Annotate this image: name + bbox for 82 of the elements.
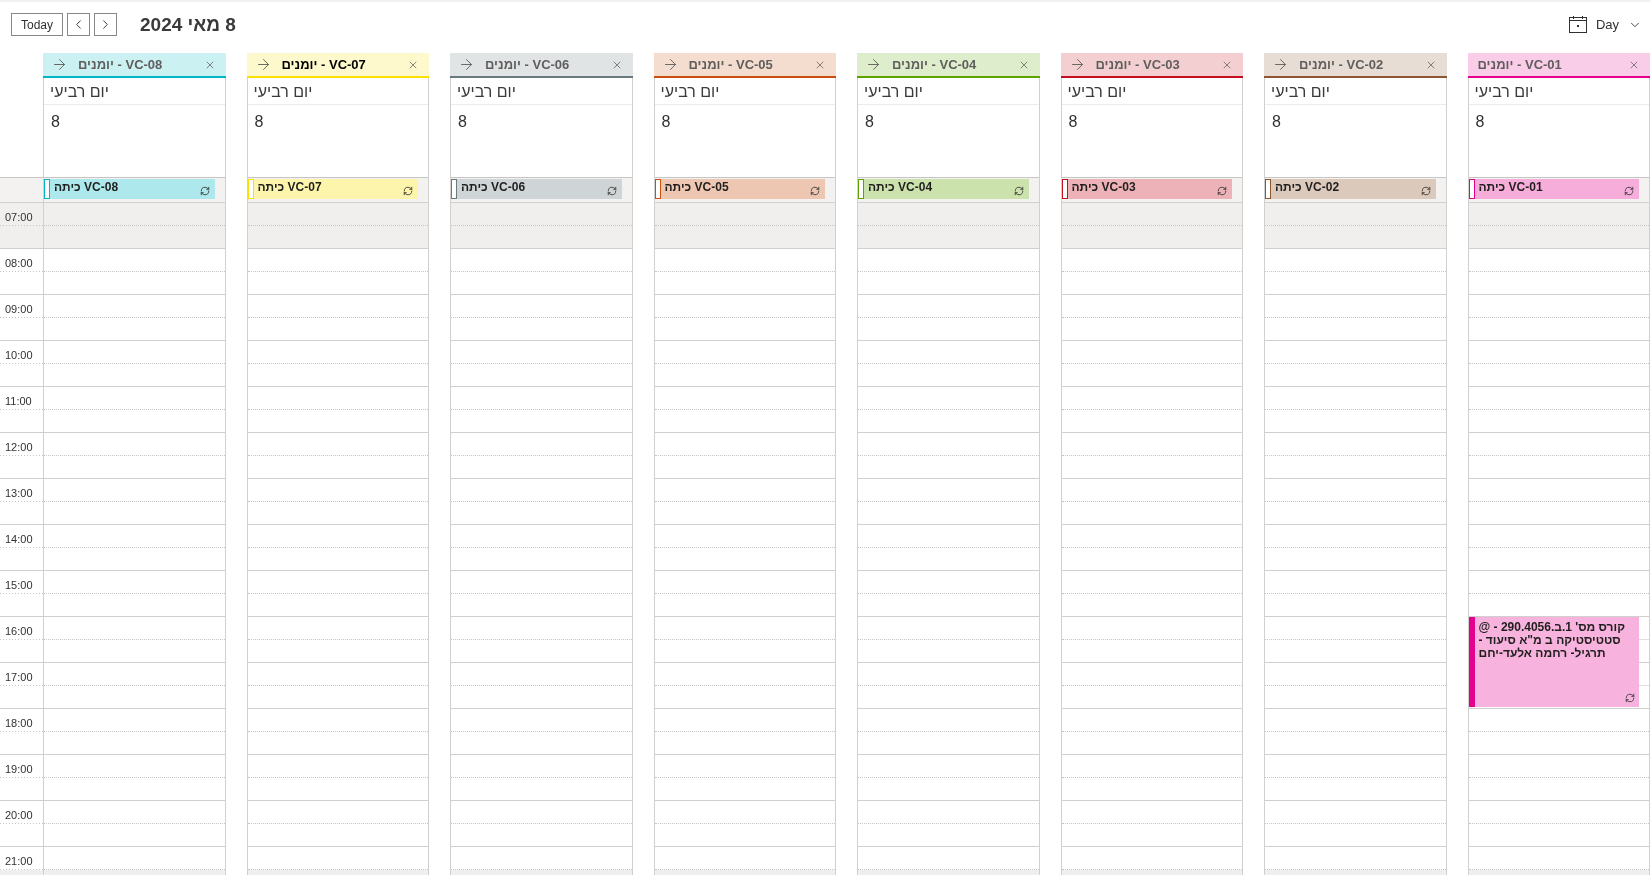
time-label: 21:00 — [5, 855, 33, 867]
time-label: 18:00 — [5, 717, 33, 729]
date-number: 8 — [1067, 112, 1079, 132]
time-slot[interactable] — [1265, 226, 1446, 249]
time-slot[interactable] — [858, 203, 1039, 226]
all-day-event[interactable]: כיתה VC-03 — [1061, 179, 1232, 199]
event-title: כיתה VC-02 — [1274, 179, 1341, 196]
calendar-name: יומנים - VC-08 — [78, 56, 164, 73]
all-day-event[interactable]: כיתה VC-06 — [451, 179, 622, 199]
calendar-name: יומנים - VC-06 — [485, 56, 571, 73]
time-slot[interactable] — [654, 203, 835, 226]
calendar-name: יומנים - VC-01 — [1477, 56, 1563, 73]
time-slot[interactable] — [654, 226, 835, 249]
event-title: כיתה VC-08 — [53, 179, 120, 196]
day-name: יום רביעי — [44, 78, 225, 105]
day-name: יום רביעי — [1265, 78, 1446, 105]
date-number: 8 — [50, 112, 61, 132]
time-label: 11:00 — [5, 395, 32, 407]
event-title: כיתה VC-05 — [663, 179, 730, 196]
event-title: כיתה VC-07 — [256, 179, 323, 196]
all-day-event[interactable]: כיתה VC-04 — [858, 179, 1029, 199]
date-number: 8 — [1271, 112, 1282, 132]
calendar-name: יומנים - VC-07 — [281, 56, 367, 73]
view-dropdown[interactable]: Day — [1568, 16, 1642, 33]
time-label: 13:00 — [5, 487, 33, 499]
time-slot[interactable] — [451, 226, 632, 249]
event-title: כיתה VC-04 — [867, 179, 934, 196]
day-name: יום רביעי — [451, 78, 632, 105]
time-slot[interactable] — [858, 226, 1039, 249]
time-label: 16:00 — [5, 625, 33, 637]
calendar-name: יומנים - VC-02 — [1299, 56, 1385, 73]
calendar-event[interactable]: קורס מס' 1.ב.290.4056 - @ סטטיסטיקה ב מ"א סיעוד - תרגיל- רחמה אלעד-יחם — [1468, 617, 1639, 707]
time-slot[interactable] — [1061, 226, 1242, 249]
event-title: כיתה VC-01 — [1477, 179, 1544, 196]
time-slot[interactable] — [247, 226, 428, 249]
time-label: 20:00 — [5, 809, 33, 821]
time-slot[interactable] — [451, 203, 632, 226]
date-number: 8 — [1474, 112, 1486, 132]
arrow-right-icon[interactable] — [51, 56, 68, 73]
time-slot[interactable] — [1061, 203, 1242, 226]
event-title: כיתה VC-06 — [460, 179, 527, 196]
time-slot[interactable] — [1468, 226, 1649, 249]
time-label: 17:00 — [5, 671, 33, 683]
time-slot[interactable] — [44, 203, 225, 226]
all-day-event[interactable]: כיתה VC-01 — [1468, 179, 1639, 199]
all-day-event[interactable]: כיתה VC-08 — [44, 179, 215, 199]
time-slot[interactable] — [44, 226, 225, 249]
event-title: כיתה VC-03 — [1070, 179, 1137, 196]
day-name: יום רביעי — [858, 78, 1039, 105]
date-number: 8 — [660, 112, 672, 132]
date-number: 8 — [253, 112, 265, 132]
all-day-event[interactable]: כיתה VC-07 — [247, 179, 418, 199]
day-name: יום רביעי — [654, 78, 835, 105]
time-label: 14:00 — [5, 533, 33, 545]
calendar-name: יומנים - VC-05 — [688, 56, 774, 73]
previous-button[interactable] — [67, 13, 91, 36]
time-label: 08:00 — [5, 257, 33, 269]
all-day-event[interactable]: כיתה VC-02 — [1265, 179, 1436, 199]
calendar-name: יומנים - VC-04 — [892, 56, 978, 73]
calendar-name: יומנים - VC-03 — [1095, 56, 1181, 73]
time-slot[interactable] — [1468, 203, 1649, 226]
arrow-right-icon[interactable] — [1272, 56, 1289, 73]
day-name: יום רביעי — [1061, 78, 1242, 105]
time-label: 10:00 — [5, 349, 33, 361]
time-slot[interactable] — [247, 203, 428, 226]
time-label: 09:00 — [5, 303, 33, 315]
time-label: 07:00 — [5, 211, 33, 223]
time-slot[interactable] — [1265, 203, 1446, 226]
event-title: קורס מס' 1.ב.290.4056 - @ סטטיסטיקה ב מ"א סיעוד - תרגיל- רחמה אלעד-יחם — [1477, 619, 1626, 662]
arrow-right-icon[interactable] — [865, 56, 882, 73]
all-day-event[interactable]: כיתה VC-05 — [654, 179, 825, 199]
date-title: 8 מאי 2024 — [140, 13, 236, 36]
date-number: 8 — [457, 112, 468, 132]
date-number: 8 — [864, 112, 875, 132]
today-button[interactable]: Today — [11, 13, 64, 36]
time-label: 15:00 — [5, 579, 33, 591]
time-label: 19:00 — [5, 763, 33, 775]
day-name: יום רביעי — [1468, 78, 1649, 105]
day-name: יום רביעי — [247, 78, 428, 105]
calendar-icon — [1568, 16, 1587, 33]
time-label: 12:00 — [5, 441, 33, 453]
next-button[interactable] — [94, 13, 118, 36]
